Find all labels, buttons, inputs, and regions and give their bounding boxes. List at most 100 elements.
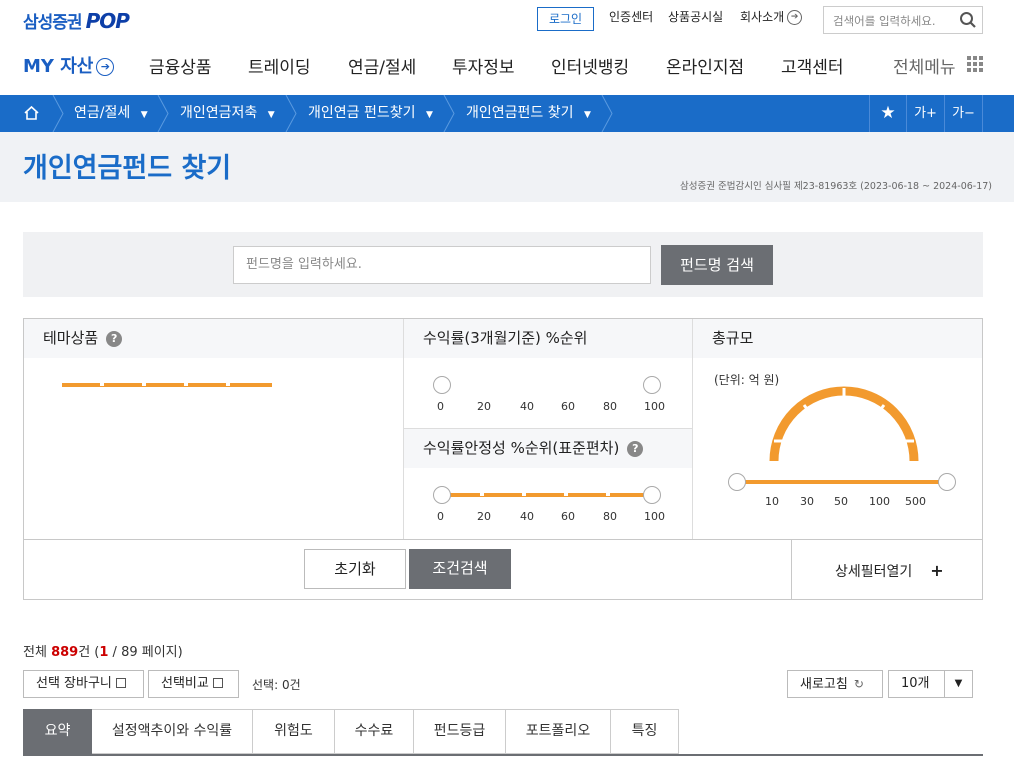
all-menu-link[interactable]: 전체메뉴: [893, 53, 956, 78]
search-icon[interactable]: [959, 11, 977, 29]
theme-header: 테마상품?: [24, 319, 403, 358]
tick-gap: [606, 493, 610, 496]
arrow-right-icon: ➔: [96, 58, 115, 76]
gnb-online-branch[interactable]: 온라인지점: [666, 53, 744, 78]
font-size-down-button[interactable]: 가−: [944, 95, 983, 132]
breadcrumb-separator: [157, 95, 169, 132]
size-slider-track[interactable]: [745, 480, 945, 484]
size-gauge[interactable]: [764, 383, 924, 468]
return-header: 수익률(3개월기준) %순위: [404, 319, 692, 358]
stability-header: 수익률안정성 %순위(표준편차)?: [404, 429, 692, 468]
select-compare-button[interactable]: 선택비교: [148, 670, 239, 698]
tab-fees[interactable]: 수수료: [335, 709, 414, 754]
tick-gap: [184, 383, 188, 386]
refresh-button[interactable]: 새로고침 ↻: [787, 670, 883, 698]
detail-filter-toggle[interactable]: 상세필터열기 +: [835, 561, 944, 581]
util-cert-center[interactable]: 인증센터: [609, 8, 653, 25]
tab-features[interactable]: 특징: [611, 709, 679, 754]
size-header: 총규모: [693, 319, 982, 358]
my-assets-link[interactable]: MY 자산 ➔: [23, 52, 115, 78]
breadcrumb-separator: [601, 95, 613, 132]
page-size-select[interactable]: 10개 ▼: [888, 670, 973, 698]
caret-down-icon: ▼: [267, 110, 275, 120]
header: 삼성증권 POP 로그인 인증센터 상품공시실 회사소개 ➔ 검색어를 입력하세요.…: [0, 0, 1014, 95]
gnb-internet-banking[interactable]: 인터넷뱅킹: [551, 53, 629, 78]
stability-slider-max-handle[interactable]: [643, 486, 661, 504]
selected-count: 선택: 0건: [252, 678, 301, 692]
font-size-up-button[interactable]: 가+: [906, 95, 944, 132]
reset-button[interactable]: 초기화: [304, 549, 406, 589]
tick-gap: [226, 383, 230, 386]
copy-icon: [115, 678, 126, 688]
arrow-right-icon: ➔: [787, 10, 803, 25]
tick-gap: [564, 493, 568, 496]
gnb-invest-info[interactable]: 투자정보: [452, 53, 515, 78]
stability-slider-track[interactable]: [442, 493, 652, 497]
size-tick-label: 10: [765, 495, 779, 508]
breadcrumb: 연금/절세 ▼ 개인연금저축 ▼ 개인연금 펀드찾기 ▼ 개인연금펀드 찾기 ▼…: [0, 95, 1014, 132]
home-icon[interactable]: [23, 105, 40, 121]
util-company-intro[interactable]: 회사소개 ➔: [740, 8, 803, 25]
slider-tick-label: 60: [561, 510, 575, 523]
refresh-icon: ↻: [853, 677, 864, 691]
size-tick-label: 500: [905, 495, 926, 508]
tick-gap: [480, 493, 484, 496]
gnb-trading[interactable]: 트레이딩: [248, 53, 311, 78]
tab-trend-return[interactable]: 설정액추이와 수익률: [92, 709, 253, 754]
slider-tick-label: 100: [644, 510, 665, 523]
fund-search-button[interactable]: 펀드명 검색: [661, 245, 773, 285]
top-search-input[interactable]: 검색어를 입력하세요.: [823, 6, 983, 34]
fund-name-input[interactable]: 펀드명을 입력하세요.: [233, 246, 651, 284]
grid-menu-icon[interactable]: [967, 56, 984, 73]
logo[interactable]: 삼성증권 POP: [23, 8, 130, 33]
slider-tick-label: 0: [437, 510, 444, 523]
title-bar: 개인연금펀드 찾기 삼성증권 준법감시인 심사필 제23-81963호 (202…: [0, 132, 1014, 202]
divider: [791, 539, 792, 600]
condition-search-button[interactable]: 조건검색: [409, 549, 511, 589]
tick-gap: [142, 383, 146, 386]
breadcrumb-separator: [52, 95, 64, 132]
gnb-financial-products[interactable]: 금융상품: [149, 53, 212, 78]
fund-search-box: 펀드명을 입력하세요. 펀드명 검색: [23, 232, 983, 297]
tab-summary[interactable]: 요약: [23, 709, 92, 754]
plus-icon: +: [930, 561, 944, 580]
breadcrumb-separator: [443, 95, 455, 132]
return-slider-min-handle[interactable]: [433, 376, 451, 394]
page-title: 개인연금펀드 찾기: [23, 153, 232, 184]
star-icon[interactable]: ★: [869, 95, 906, 132]
slider-tick-label: 60: [561, 400, 575, 413]
size-slider-max-handle[interactable]: [938, 473, 956, 491]
stability-slider-min-handle[interactable]: [433, 486, 451, 504]
breadcrumb-item-fund-finder[interactable]: 개인연금 펀드찾기 ▼: [308, 95, 433, 132]
caret-down-icon: ▼: [140, 110, 148, 120]
divider: [24, 539, 982, 540]
slider-tick-label: 80: [603, 510, 617, 523]
result-count: 전체 889건 (1 / 89 페이지): [23, 645, 183, 660]
gnb-pension-tax[interactable]: 연금/절세: [348, 53, 416, 78]
slider-tick-label: 20: [477, 510, 491, 523]
breadcrumb-item-pension[interactable]: 연금/절세 ▼: [74, 95, 148, 132]
size-slider-min-handle[interactable]: [728, 473, 746, 491]
select-cart-button[interactable]: 선택 장바구니: [23, 670, 144, 698]
caret-down-icon: ▼: [583, 110, 591, 120]
tab-fund-grade[interactable]: 펀드등급: [414, 709, 506, 754]
chevron-down-icon: ▼: [944, 671, 972, 697]
slider-tick-label: 40: [520, 400, 534, 413]
tab-risk[interactable]: 위험도: [253, 709, 335, 754]
slider-tick-label: 40: [520, 510, 534, 523]
return-slider-track[interactable]: [62, 383, 272, 387]
breadcrumb-item-current[interactable]: 개인연금펀드 찾기 ▼: [466, 95, 591, 132]
breadcrumb-item-pension-savings[interactable]: 개인연금저축 ▼: [180, 95, 275, 132]
gnb-customer-center[interactable]: 고객센터: [781, 53, 844, 78]
help-icon[interactable]: ?: [627, 441, 644, 457]
size-tick-label: 100: [869, 495, 890, 508]
slider-tick-label: 80: [603, 400, 617, 413]
tab-portfolio[interactable]: 포트폴리오: [506, 709, 611, 754]
help-icon[interactable]: ?: [106, 331, 123, 347]
return-slider-max-handle[interactable]: [643, 376, 661, 394]
tick-gap: [100, 383, 104, 386]
compliance-notice: 삼성증권 준법감시인 심사필 제23-81963호 (2023-06-18 ~ …: [680, 181, 993, 192]
filter-panel: 테마상품? 수익률(3개월기준) %순위 총규모 0 20 40 60 80 1…: [23, 318, 983, 600]
login-button[interactable]: 로그인: [537, 7, 594, 31]
util-product-disclosure[interactable]: 상품공시실: [668, 8, 723, 25]
